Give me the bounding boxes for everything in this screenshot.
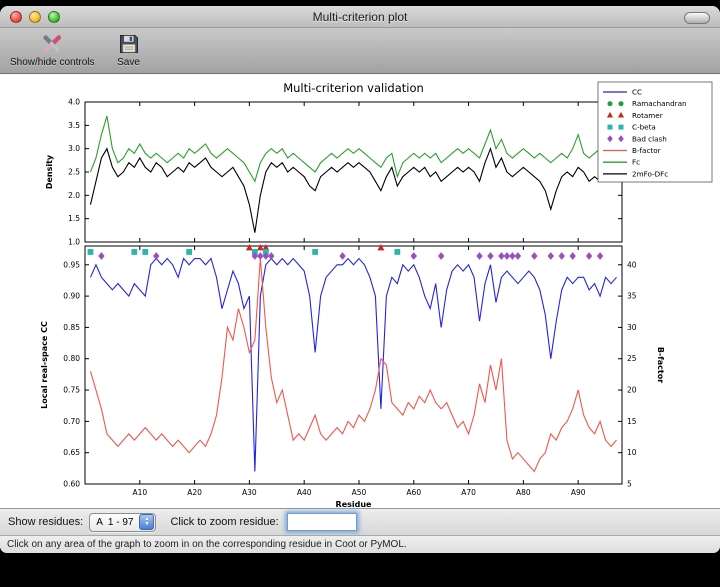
traffic-lights — [10, 11, 60, 23]
svg-text:1.5: 1.5 — [68, 214, 80, 223]
svg-text:3.5: 3.5 — [68, 121, 80, 130]
svg-text:Rotamer: Rotamer — [632, 111, 663, 120]
controls-bar: Show residues: A 1 - 97 ▲ ▼ Click to zoo… — [0, 508, 720, 535]
save-label: Save — [117, 57, 140, 68]
plot-area[interactable]: Multi-criterion validation 1.0 1.5 2.0 2.5 3.… — [0, 74, 720, 508]
svg-text:5: 5 — [627, 480, 632, 489]
save-icon — [117, 31, 141, 57]
status-bar: Click on any area of the graph to zoom i… — [0, 535, 720, 553]
svg-text:A60: A60 — [406, 488, 421, 497]
svg-text:0.95: 0.95 — [63, 260, 80, 269]
svg-text:0.80: 0.80 — [63, 354, 80, 363]
svg-text:A90: A90 — [571, 488, 586, 497]
show-hide-controls-label: Show/hide controls — [10, 57, 95, 68]
window: Multi-criterion plot Show/hide controls — [0, 6, 720, 553]
svg-text:A80: A80 — [516, 488, 531, 497]
svg-text:0.65: 0.65 — [63, 448, 80, 457]
svg-text:0.75: 0.75 — [63, 386, 80, 395]
stepper-icon: ▲ ▼ — [139, 514, 154, 530]
stepper-down-arrow: ▼ — [144, 522, 149, 527]
svg-text:A30: A30 — [242, 488, 257, 497]
svg-text:C-beta: C-beta — [632, 123, 656, 132]
svg-text:2.0: 2.0 — [68, 191, 80, 200]
svg-text:3.0: 3.0 — [68, 144, 80, 153]
svg-text:Bad clash: Bad clash — [632, 134, 667, 143]
svg-text:1.0: 1.0 — [68, 238, 80, 247]
zoom-residue-label: Click to zoom residue: — [170, 516, 278, 528]
svg-text:Ramachandran: Ramachandran — [632, 99, 687, 108]
show-hide-controls-button[interactable]: Show/hide controls — [6, 30, 99, 69]
svg-text:40: 40 — [627, 260, 637, 269]
svg-text:25: 25 — [627, 354, 637, 363]
svg-text:B-factor: B-factor — [656, 347, 665, 383]
svg-text:B-factor: B-factor — [632, 146, 661, 155]
svg-text:A40: A40 — [297, 488, 312, 497]
window-title: Multi-criterion plot — [313, 10, 408, 24]
svg-text:4.0: 4.0 — [68, 98, 80, 107]
crossed-tools-icon — [39, 31, 65, 57]
svg-text:2mFo-DFc: 2mFo-DFc — [632, 169, 668, 178]
svg-text:Multi-criterion validation: Multi-criterion validation — [283, 81, 424, 95]
svg-text:35: 35 — [627, 292, 637, 301]
svg-text:10: 10 — [627, 448, 637, 457]
zoom-window-button[interactable] — [48, 11, 60, 23]
residue-range-value: A 1 - 97 — [96, 517, 133, 528]
residue-range-select[interactable]: A 1 - 97 ▲ ▼ — [89, 513, 156, 532]
svg-text:0.70: 0.70 — [63, 417, 80, 426]
save-button[interactable]: Save — [113, 30, 145, 69]
show-residues-label: Show residues: — [8, 516, 83, 528]
svg-text:20: 20 — [627, 386, 637, 395]
titlebar[interactable]: Multi-criterion plot — [0, 6, 720, 28]
svg-text:0.90: 0.90 — [63, 292, 80, 301]
zoom-residue-input[interactable] — [287, 513, 357, 531]
svg-text:0.85: 0.85 — [63, 323, 80, 332]
svg-text:30: 30 — [627, 323, 637, 332]
svg-text:2.5: 2.5 — [68, 168, 80, 177]
svg-text:A70: A70 — [461, 488, 476, 497]
toolbar: Show/hide controls Save — [0, 28, 720, 74]
status-text: Click on any area of the graph to zoom i… — [7, 539, 407, 550]
multi-criterion-plot[interactable]: Multi-criterion validation 1.0 1.5 2.0 2.5 3.… — [0, 74, 720, 508]
svg-text:15: 15 — [627, 417, 637, 426]
svg-text:Density: Density — [45, 154, 54, 189]
toolbar-toggle-button[interactable] — [684, 12, 710, 24]
svg-text:A10: A10 — [132, 488, 147, 497]
svg-text:Fc: Fc — [632, 158, 640, 167]
svg-text:Residue: Residue — [336, 500, 373, 508]
svg-text:CC: CC — [632, 88, 642, 97]
svg-text:Local real-space CC: Local real-space CC — [40, 321, 49, 409]
close-button[interactable] — [10, 11, 22, 23]
minimize-button[interactable] — [29, 11, 41, 23]
svg-text:0.60: 0.60 — [63, 480, 80, 489]
svg-text:A20: A20 — [187, 488, 202, 497]
svg-text:A50: A50 — [352, 488, 367, 497]
